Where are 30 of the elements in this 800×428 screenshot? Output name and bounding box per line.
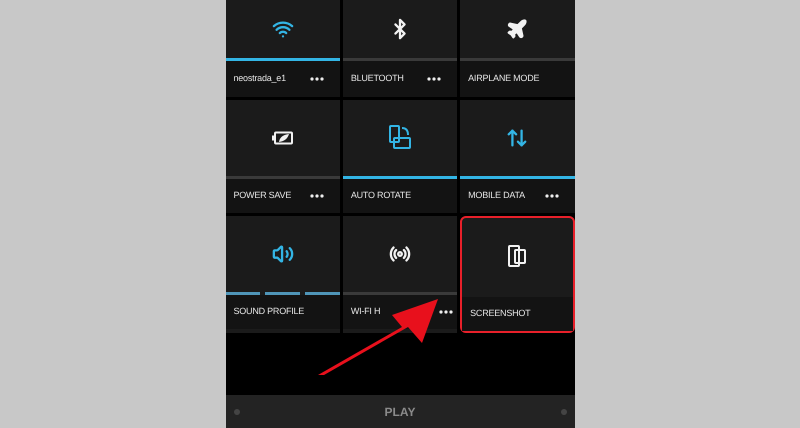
more-icon[interactable] bbox=[544, 194, 558, 198]
quick-setting-tile[interactable]: MOBILE DATA bbox=[460, 100, 574, 213]
quick-setting-tile[interactable]: SCREENSHOT bbox=[460, 216, 574, 333]
quick-setting-tile[interactable]: AUTO ROTATE bbox=[342, 100, 458, 213]
screenshot-icon bbox=[508, 245, 526, 267]
tile-label: AIRPLANE MODE bbox=[468, 72, 540, 86]
tile-label: BLUETOOTH bbox=[350, 72, 404, 86]
rotate-screen-icon bbox=[388, 125, 412, 151]
speaker-icon bbox=[272, 243, 294, 265]
battery-leaf-icon bbox=[272, 131, 294, 145]
quick-setting-tile[interactable]: neostrada_e1 bbox=[226, 0, 340, 97]
tile-label: neostrada_e1 bbox=[234, 72, 286, 86]
tile-label: MOBILE DATA bbox=[468, 189, 525, 202]
tile-label: WI-FI H bbox=[350, 305, 380, 318]
arrows-up-down-icon bbox=[506, 127, 528, 149]
quick-setting-tile[interactable]: SOUND PROFILE bbox=[226, 216, 340, 333]
more-icon[interactable] bbox=[310, 194, 324, 198]
quick-setting-tile[interactable]: AIRPLANE MODE bbox=[460, 0, 574, 97]
more-icon[interactable] bbox=[427, 77, 442, 81]
quick-setting-tile[interactable]: POWER SAVE bbox=[226, 100, 340, 213]
more-icon[interactable] bbox=[310, 77, 324, 81]
more-icon[interactable] bbox=[439, 310, 454, 314]
airplane-icon bbox=[506, 18, 528, 40]
quick-setting-tile[interactable]: WI-FI H bbox=[342, 216, 458, 333]
quick-setting-tile[interactable]: BLUETOOTH bbox=[342, 0, 458, 97]
play-label[interactable]: PLAY bbox=[384, 402, 416, 420]
tile-label: SCREENSHOT bbox=[470, 307, 530, 320]
tile-label: POWER SAVE bbox=[234, 189, 292, 202]
tile-label: AUTO ROTATE bbox=[350, 189, 411, 202]
tile-label: SOUND PROFILE bbox=[234, 305, 304, 318]
